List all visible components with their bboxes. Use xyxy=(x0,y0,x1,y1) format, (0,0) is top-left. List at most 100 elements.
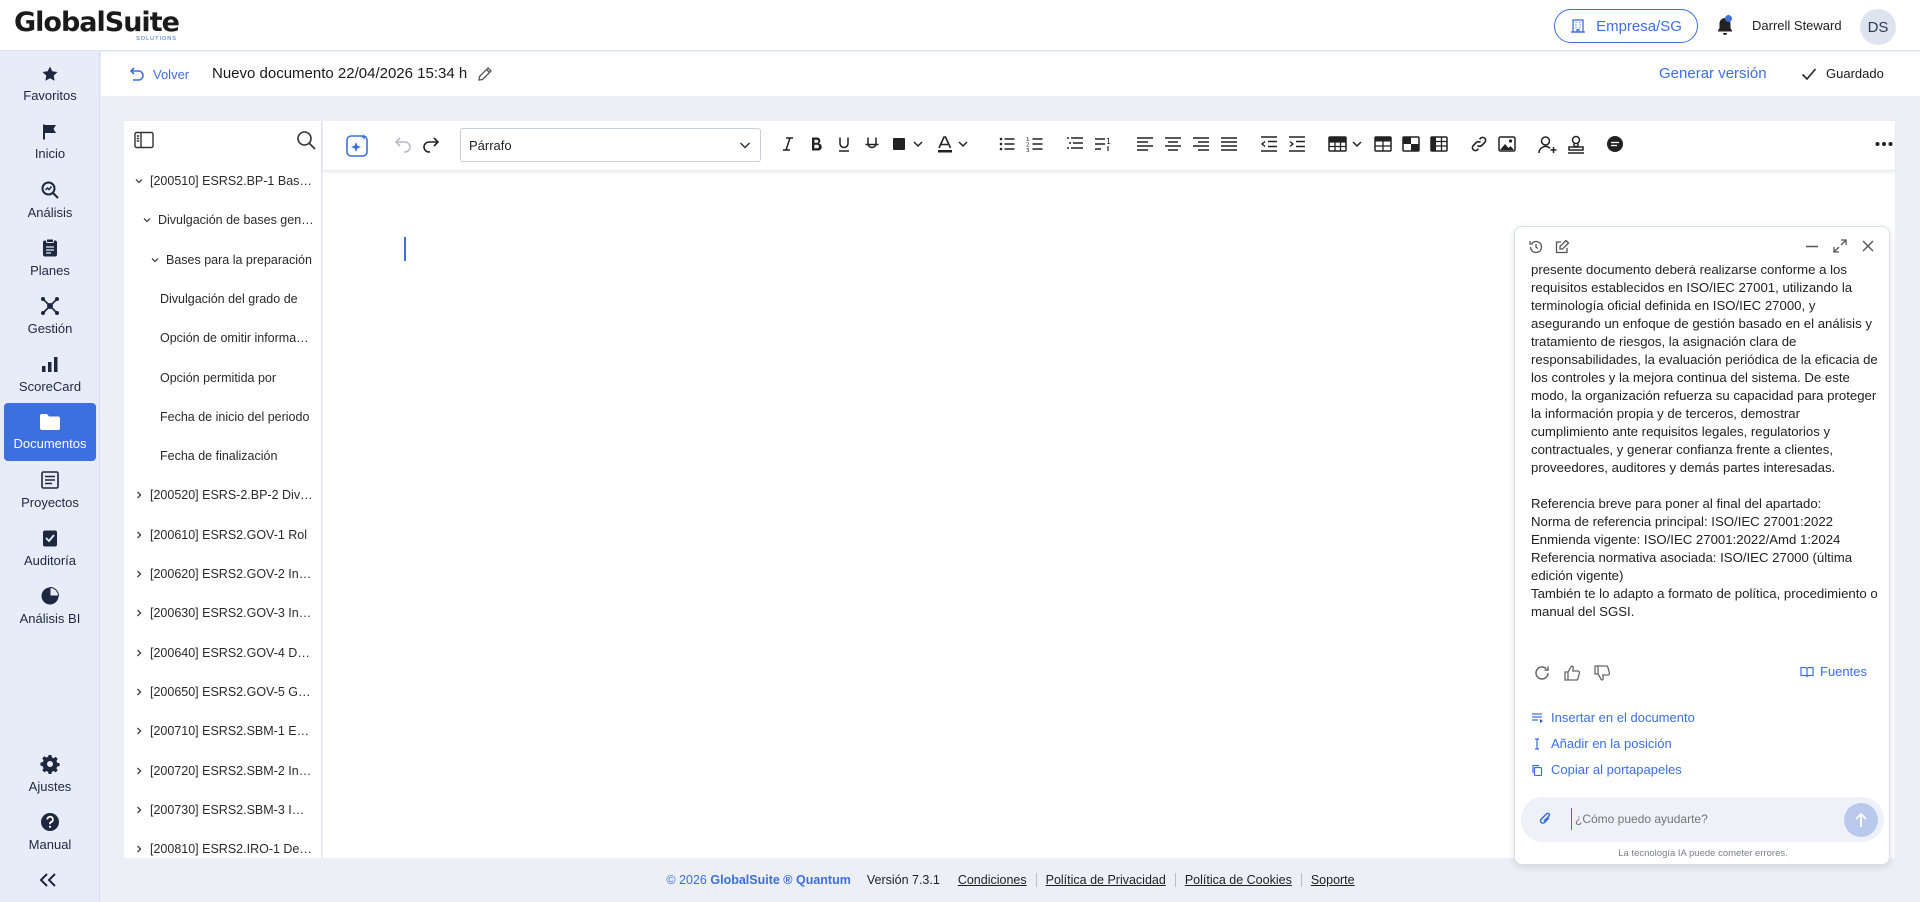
footer-link-cookies[interactable]: Política de Cookies xyxy=(1185,873,1292,887)
bulleted-list-button[interactable] xyxy=(998,135,1016,153)
copy-to-clipboard-button[interactable]: Copiar al portapapeles xyxy=(1531,762,1682,777)
chevron-right-icon[interactable] xyxy=(134,726,144,736)
outline-item[interactable]: [200710] ESRS2.SBM-1 Estrategia xyxy=(134,721,314,741)
chevron-right-icon[interactable] xyxy=(134,844,144,854)
logo[interactable]: GlobalSuite SOLUTIONS xyxy=(14,9,180,43)
expand-icon[interactable] xyxy=(1833,239,1847,253)
back-button[interactable]: Volver xyxy=(129,66,189,82)
nav-item-gestion[interactable]: Gestión xyxy=(4,287,96,345)
outline-item[interactable]: [200730] ESRS2.SBM-3 Impactos xyxy=(134,800,314,820)
justify-button[interactable] xyxy=(1220,135,1238,153)
outline-item[interactable]: [200810] ESRS2.IRO-1 Descripción xyxy=(134,839,314,858)
align-right-button[interactable] xyxy=(1192,135,1210,153)
outline-search-button[interactable] xyxy=(296,130,316,150)
insert-in-document-button[interactable]: Insertar en el documento xyxy=(1531,710,1695,725)
paragraph-style-select[interactable]: Párrafo xyxy=(460,128,761,162)
highlight-color-button[interactable] xyxy=(891,135,925,153)
chevron-right-icon[interactable] xyxy=(134,648,144,658)
ai-chat-input[interactable] xyxy=(1571,808,1821,830)
minimize-icon[interactable] xyxy=(1805,245,1819,248)
outline-item[interactable]: Fecha de inicio del periodo xyxy=(160,407,314,427)
outline-item[interactable]: Divulgación de bases generales xyxy=(142,210,314,230)
strikethrough-button[interactable] xyxy=(863,135,881,153)
outline-item[interactable]: [200650] ESRS2.GOV-5 Gestión xyxy=(134,682,314,702)
close-icon[interactable] xyxy=(1861,239,1875,253)
redo-button[interactable] xyxy=(422,135,440,153)
undo-button[interactable] xyxy=(394,135,412,153)
nav-item-documentos[interactable]: Documentos xyxy=(4,403,96,461)
nav-item-manual[interactable]: Manual xyxy=(4,803,96,861)
italic-button[interactable] xyxy=(779,135,797,153)
font-color-button[interactable] xyxy=(936,135,970,153)
chevron-down-icon[interactable] xyxy=(134,176,144,186)
paperclip-icon[interactable] xyxy=(1538,810,1552,828)
bold-button[interactable] xyxy=(807,135,825,153)
outline-item[interactable]: Bases para la preparación xyxy=(150,250,314,270)
text-cursor[interactable] xyxy=(404,237,406,261)
nav-item-scorecard[interactable]: ScoreCard xyxy=(4,345,96,403)
regenerate-icon[interactable] xyxy=(1533,664,1551,682)
chevron-down-icon[interactable] xyxy=(150,255,160,265)
indent-button[interactable] xyxy=(1288,135,1306,153)
thumbs-down-icon[interactable] xyxy=(1593,664,1611,682)
chevron-right-icon[interactable] xyxy=(134,530,144,540)
nav-item-auditoria[interactable]: Auditoría xyxy=(4,519,96,577)
notifications-button[interactable] xyxy=(1715,15,1735,37)
outline-item[interactable]: [200510] ESRS2.BP-1 Bases para la prepar… xyxy=(134,171,314,191)
table-rows-button[interactable] xyxy=(1374,135,1392,153)
toggle-sidebar-button[interactable] xyxy=(134,131,154,149)
chevron-right-icon[interactable] xyxy=(134,687,144,697)
nav-item-proyectos[interactable]: Proyectos xyxy=(4,461,96,519)
outline-item[interactable]: Fecha de finalización xyxy=(160,446,314,466)
insert-image-button[interactable] xyxy=(1498,135,1516,153)
nav-item-favoritos[interactable]: Favoritos xyxy=(4,55,96,113)
outline-item[interactable]: [200520] ESRS-2.BP-2 Divulgación xyxy=(134,485,314,505)
avatar[interactable]: DS xyxy=(1860,9,1896,45)
outline-item[interactable]: Opción de omitir información xyxy=(160,328,314,348)
nav-item-ajustes[interactable]: Ajustes xyxy=(4,745,96,803)
nav-item-planes[interactable]: Planes xyxy=(4,229,96,287)
chevron-down-icon[interactable] xyxy=(142,215,152,225)
chevron-right-icon[interactable] xyxy=(134,490,144,500)
table-cells-button[interactable] xyxy=(1402,135,1420,153)
align-left-button[interactable] xyxy=(1136,135,1154,153)
chevron-right-icon[interactable] xyxy=(134,569,144,579)
collapse-nav-button[interactable] xyxy=(38,872,58,888)
edit-pencil-icon[interactable] xyxy=(477,66,493,82)
add-signer-button[interactable] xyxy=(1538,135,1558,155)
insert-link-button[interactable] xyxy=(1470,135,1488,153)
generate-version-button[interactable]: Generar versión xyxy=(1659,65,1767,82)
outline-item[interactable]: [200630] ESRS2.GOV-3 Integración xyxy=(134,603,314,623)
signature-button[interactable] xyxy=(1566,135,1586,155)
chevron-right-icon[interactable] xyxy=(134,805,144,815)
comments-button[interactable] xyxy=(1606,135,1624,153)
line-spacing-button[interactable]: 1 xyxy=(1094,135,1112,153)
nav-item-analisis-bi[interactable]: Análisis BI xyxy=(4,577,96,635)
outline-item[interactable]: Opción permitida por xyxy=(160,368,314,388)
underline-button[interactable] xyxy=(835,135,853,153)
user-name[interactable]: Darrell Steward xyxy=(1752,18,1842,33)
outline-item[interactable]: Divulgación del grado de xyxy=(160,289,314,309)
outline-item[interactable]: [200610] ESRS2.GOV-1 Rol xyxy=(134,525,314,545)
nav-item-inicio[interactable]: Inicio xyxy=(4,113,96,171)
chevron-right-icon[interactable] xyxy=(134,766,144,776)
insert-table-button[interactable] xyxy=(1328,135,1362,153)
outdent-button[interactable] xyxy=(1260,135,1278,153)
table-columns-button[interactable] xyxy=(1430,135,1448,153)
add-at-position-button[interactable]: Añadir en la posición xyxy=(1531,736,1672,751)
company-selector-button[interactable]: Empresa/SG xyxy=(1554,9,1698,43)
align-center-button[interactable] xyxy=(1164,135,1182,153)
outline-item[interactable]: [200640] ESRS2.GOV-4 Declaración xyxy=(134,643,314,663)
new-chat-icon[interactable] xyxy=(1554,239,1570,255)
outline-item[interactable]: [200620] ESRS2.GOV-2 Información xyxy=(134,564,314,584)
multilevel-list-button[interactable] xyxy=(1066,135,1084,153)
footer-link-conditions[interactable]: Condiciones xyxy=(958,873,1027,887)
outline-item[interactable]: [200720] ESRS2.SBM-2 Intereses xyxy=(134,761,314,781)
ai-assistant-button[interactable] xyxy=(346,133,370,157)
history-icon[interactable] xyxy=(1528,239,1544,255)
nav-item-analisis[interactable]: Análisis xyxy=(4,171,96,229)
thumbs-up-icon[interactable] xyxy=(1563,664,1581,682)
sources-button[interactable]: Fuentes xyxy=(1800,664,1867,679)
chevron-right-icon[interactable] xyxy=(134,608,144,618)
send-button[interactable] xyxy=(1844,803,1878,837)
